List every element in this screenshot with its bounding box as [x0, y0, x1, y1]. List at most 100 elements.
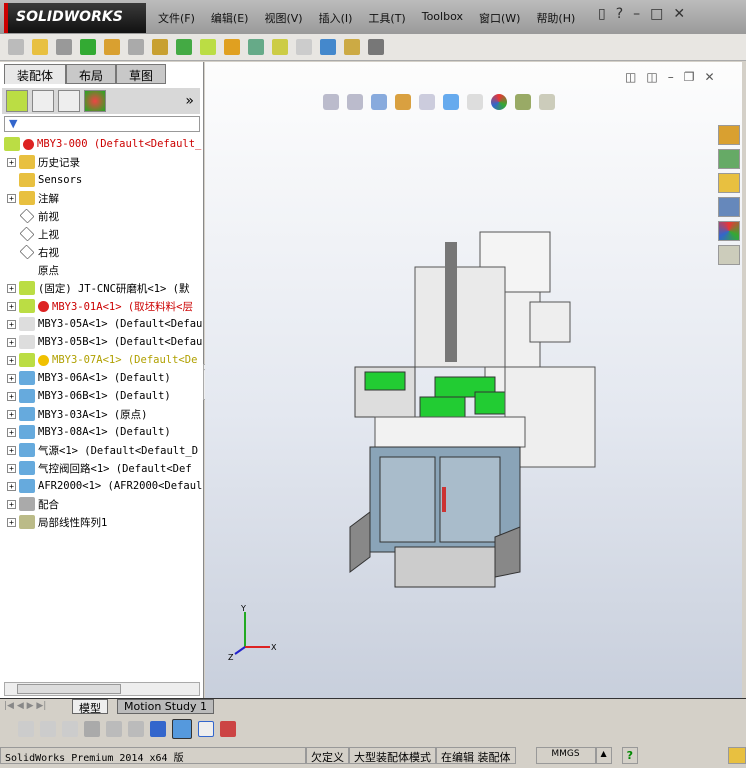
new-document-icon[interactable]: ▯	[598, 6, 606, 22]
tab-model[interactable]: 模型	[72, 699, 108, 715]
tree-item[interactable]: + MBY3-08A<1> (Default)	[0, 423, 202, 441]
bill-of-materials-icon[interactable]	[248, 39, 264, 55]
tree-item[interactable]: + 气源<1> (Default<Default_D	[0, 441, 202, 459]
tree-item[interactable]: + MBY3-06B<1> (Default)	[0, 387, 202, 405]
tab-assembly[interactable]: 装配体	[4, 64, 67, 84]
tab-motion-study[interactable]: Motion Study 1	[117, 699, 215, 714]
tree-item[interactable]: + 配合	[0, 495, 202, 513]
menu-insert[interactable]: 插入(I)	[311, 10, 361, 26]
feature-manager-icon[interactable]	[6, 90, 28, 112]
display-style-icon[interactable]	[443, 94, 459, 110]
tree-item[interactable]: + MBY3-05A<1> (Default<Defaul	[0, 315, 202, 333]
rotate-component-icon[interactable]	[128, 39, 144, 55]
clearance-icon[interactable]	[344, 39, 360, 55]
tree-item[interactable]: + AFR2000<1> (AFR2000<Defaul	[0, 477, 202, 495]
filter-input[interactable]: ▼	[4, 116, 200, 132]
expand-icon[interactable]: +	[7, 409, 16, 419]
expand-icon[interactable]: +	[7, 373, 16, 383]
quick-tips-icon[interactable]: ?	[621, 746, 639, 764]
custom-properties-icon[interactable]	[718, 245, 740, 265]
doc-close-button[interactable]: ✕	[704, 70, 714, 84]
tree-item[interactable]: + MBY3-06A<1> (Default)	[0, 369, 202, 387]
tree-item[interactable]: + 气控阀回路<1> (Default<Def	[0, 459, 202, 477]
menu-help[interactable]: 帮助(H)	[528, 10, 583, 26]
interference-icon[interactable]	[320, 39, 336, 55]
solidworks-resources-icon[interactable]	[718, 125, 740, 145]
instant3d-icon[interactable]	[368, 39, 384, 55]
tree-item[interactable]: + 历史记录	[0, 153, 202, 171]
mate-icon[interactable]	[56, 39, 72, 55]
edit-appearance-icon[interactable]	[491, 94, 507, 110]
view-palette-icon[interactable]	[718, 197, 740, 217]
tab-layout[interactable]: 布局	[66, 64, 117, 84]
expand-icon[interactable]: +	[7, 481, 16, 491]
graphics-area[interactable]: ◫ ◫ – ❐ ✕ Y X Z	[205, 62, 742, 698]
maximize-button[interactable]: □	[650, 6, 663, 22]
tree-item[interactable]: 前视	[0, 207, 202, 225]
menu-toolbox[interactable]: Toolbox	[414, 10, 471, 26]
menu-tools[interactable]: 工具(T)	[360, 10, 413, 26]
expand-icon[interactable]: +	[7, 193, 16, 203]
menu-window[interactable]: 窗口(W)	[471, 10, 528, 26]
tree-horizontal-scrollbar[interactable]	[4, 682, 200, 696]
expand-icon[interactable]: +	[7, 517, 16, 527]
tree-item[interactable]: Sensors	[0, 171, 202, 189]
tree-item[interactable]: + MBY3-03A<1> (原点)	[0, 405, 202, 423]
tree-item[interactable]: 原点	[0, 261, 202, 279]
expand-icon[interactable]: +	[7, 463, 16, 473]
new-part-icon[interactable]	[32, 39, 48, 55]
expand-icon[interactable]: +	[7, 445, 16, 455]
tree-item[interactable]: + MBY3-01A<1> (取坯料料<层	[0, 297, 202, 315]
tree-item[interactable]: + MBY3-07A<1> (Default<De	[0, 351, 202, 369]
more-icon[interactable]: »	[185, 93, 194, 109]
previous-view-icon[interactable]	[371, 94, 387, 110]
expand-icon[interactable]: +	[7, 499, 16, 509]
design-library-icon[interactable]	[718, 149, 740, 169]
expand-icon[interactable]: +	[7, 157, 16, 167]
expand-icon[interactable]: +	[7, 283, 16, 293]
units-arrow-icon[interactable]: ▲	[595, 746, 612, 764]
insert-component-icon[interactable]	[8, 39, 24, 55]
new-motion-study-icon[interactable]	[224, 39, 240, 55]
tab-scroll-arrows[interactable]: |◀ ◀ ▶ ▶|	[4, 701, 46, 711]
machine-model[interactable]	[345, 227, 605, 597]
tree-item[interactable]: + 注解	[0, 189, 202, 207]
shaded-icon[interactable]	[62, 721, 78, 737]
menu-view[interactable]: 视图(V)	[256, 10, 310, 26]
explode-line-icon[interactable]	[296, 39, 312, 55]
appearances-icon[interactable]	[718, 221, 740, 241]
tree-item[interactable]: + (固定) JT-CNC研磨机<1> (默	[0, 279, 202, 297]
property-manager-icon[interactable]	[32, 90, 54, 112]
smart-fasteners-icon[interactable]	[152, 39, 168, 55]
isometric-view-icon[interactable]	[172, 719, 192, 739]
zoom-to-area-icon[interactable]	[347, 94, 363, 110]
table-icon[interactable]	[198, 721, 214, 737]
assembly-features-icon[interactable]	[176, 39, 192, 55]
expand-icon[interactable]: +	[7, 355, 16, 365]
expand-icon[interactable]: +	[7, 391, 16, 401]
doc-restore-button[interactable]: ❐	[684, 70, 695, 84]
display-manager-icon[interactable]	[84, 90, 106, 112]
tree-item[interactable]: + MBY3-05B<1> (Default<Defaul	[0, 333, 202, 351]
edit-icon[interactable]	[220, 721, 236, 737]
list-icon[interactable]	[84, 721, 100, 737]
zoom-to-fit-icon[interactable]	[323, 94, 339, 110]
hide-show-items-icon[interactable]	[467, 94, 483, 110]
view-settings-icon[interactable]	[539, 94, 555, 110]
expand-icon[interactable]: +	[7, 427, 16, 437]
exploded-view-icon[interactable]	[272, 39, 288, 55]
apply-scene-icon[interactable]	[515, 94, 531, 110]
menu-edit[interactable]: 编辑(E)	[203, 10, 257, 26]
move-component-icon[interactable]	[104, 39, 120, 55]
tile-right-icon[interactable]: ◫	[646, 70, 657, 84]
axis-icon[interactable]	[150, 721, 166, 737]
tree-item[interactable]: + 局部线性阵列1	[0, 513, 202, 531]
pattern-icon[interactable]	[80, 39, 96, 55]
reference-geometry-icon[interactable]	[200, 39, 216, 55]
expand-icon[interactable]: +	[7, 319, 16, 329]
doc-minimize-button[interactable]: –	[668, 70, 674, 84]
hidden-lines-icon[interactable]	[40, 721, 56, 737]
view-orientation-icon[interactable]	[419, 94, 435, 110]
menu-file[interactable]: 文件(F)	[150, 10, 203, 26]
tree-item[interactable]: 上视	[0, 225, 202, 243]
